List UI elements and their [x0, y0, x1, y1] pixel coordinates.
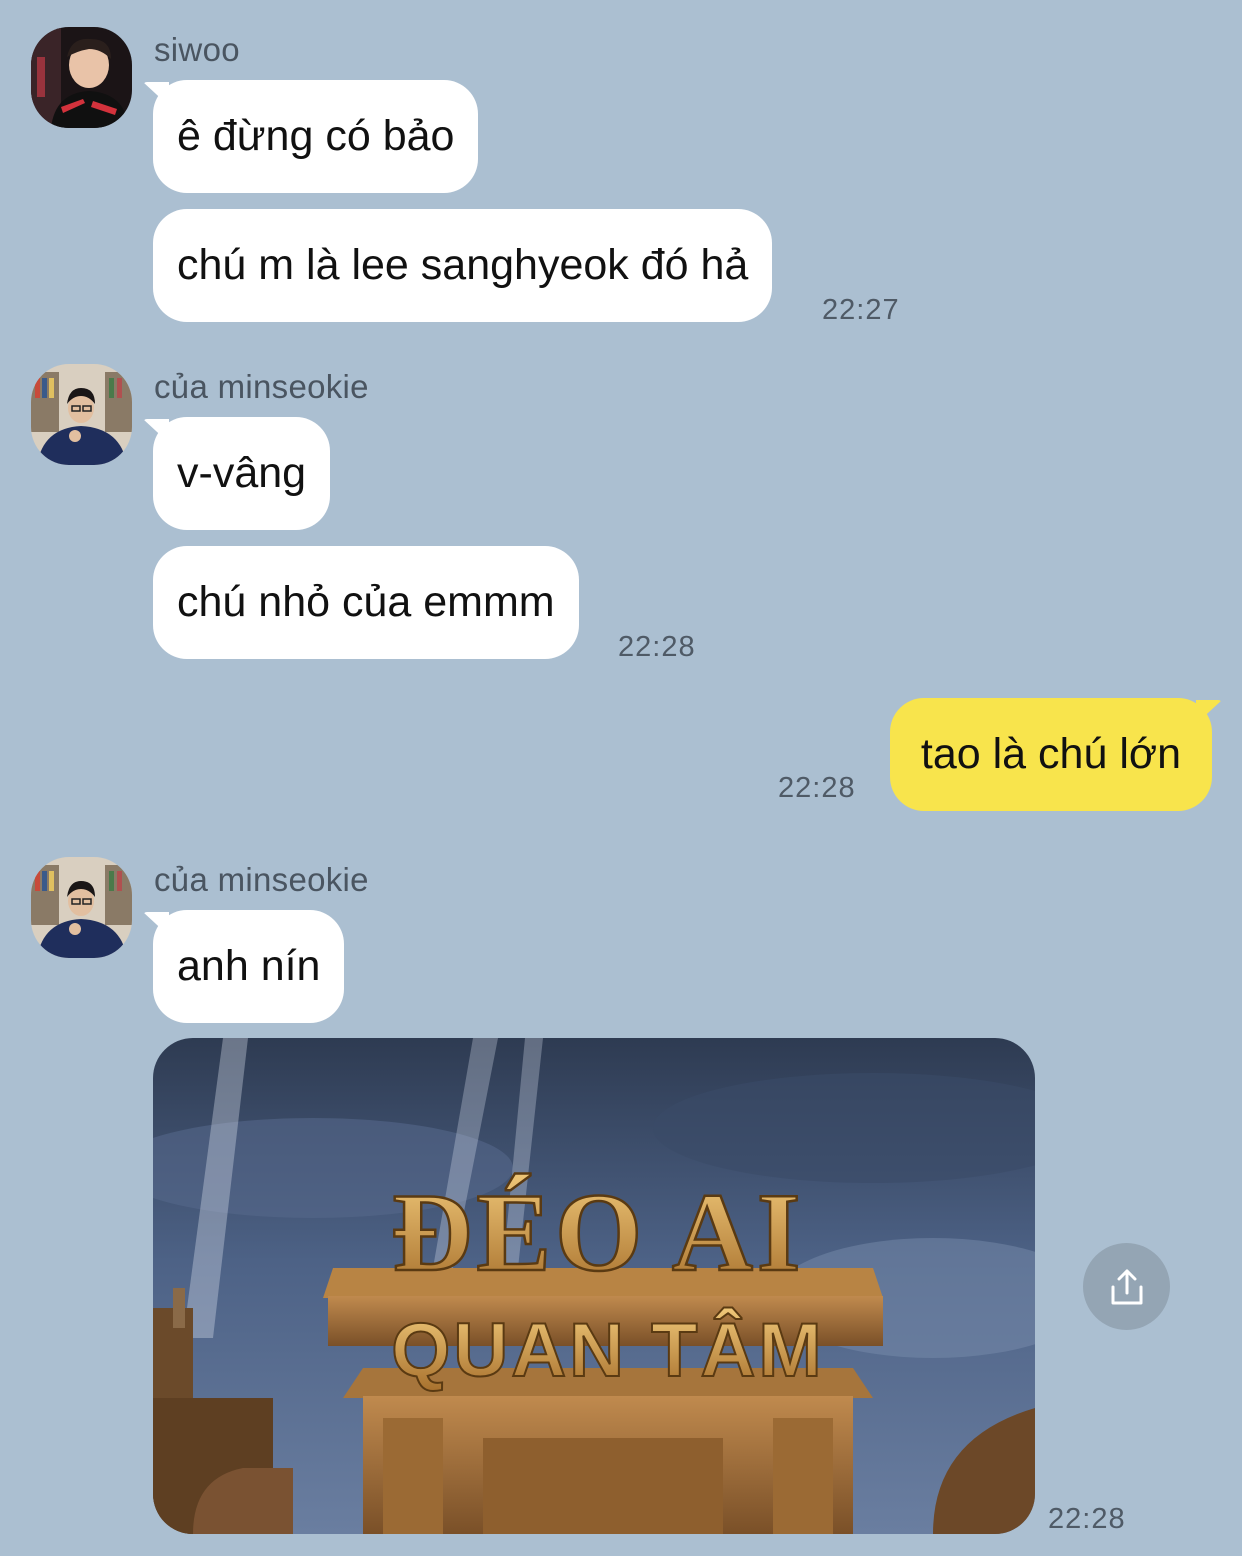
share-button[interactable] [1083, 1243, 1170, 1330]
message-bubble[interactable]: ê đừng có bảo [153, 80, 479, 193]
message-timestamp: 22:28 [778, 772, 856, 804]
meme-top-text: ĐÉO AI [392, 1171, 805, 1295]
message-bubble[interactable]: chú nhỏ của emmm [153, 546, 579, 659]
message-bubble[interactable]: chú m là lee sanghyeok đó hả [153, 209, 773, 322]
avatar-siwoo-image [31, 27, 132, 128]
sender-name: của minseokie [154, 368, 369, 405]
avatar-minseokie-image [31, 364, 132, 465]
share-icon [1111, 1269, 1142, 1304]
message-timestamp: 22:28 [618, 631, 696, 663]
message-timestamp: 22:27 [822, 294, 900, 326]
avatar-minseokie-image [31, 857, 132, 958]
message-bubble[interactable]: anh nín [153, 910, 345, 1023]
sender-name: của minseokie [154, 861, 369, 898]
message-timestamp: 22:28 [1048, 1503, 1126, 1535]
avatar-siwoo[interactable] [31, 27, 132, 128]
my-message-bubble[interactable]: tao là chú lớn [889, 698, 1212, 811]
message-bubble[interactable]: v-vâng [153, 417, 331, 530]
meme-image: ĐÉO AI QUAN TÂM [153, 1038, 1035, 1534]
sender-name: siwoo [154, 31, 240, 68]
meme-bottom-text: QUAN TÂM [391, 1307, 825, 1393]
avatar-minseokie[interactable] [31, 857, 132, 958]
image-message[interactable]: ĐÉO AI QUAN TÂM [153, 1038, 1035, 1534]
avatar-minseokie[interactable] [31, 364, 132, 465]
